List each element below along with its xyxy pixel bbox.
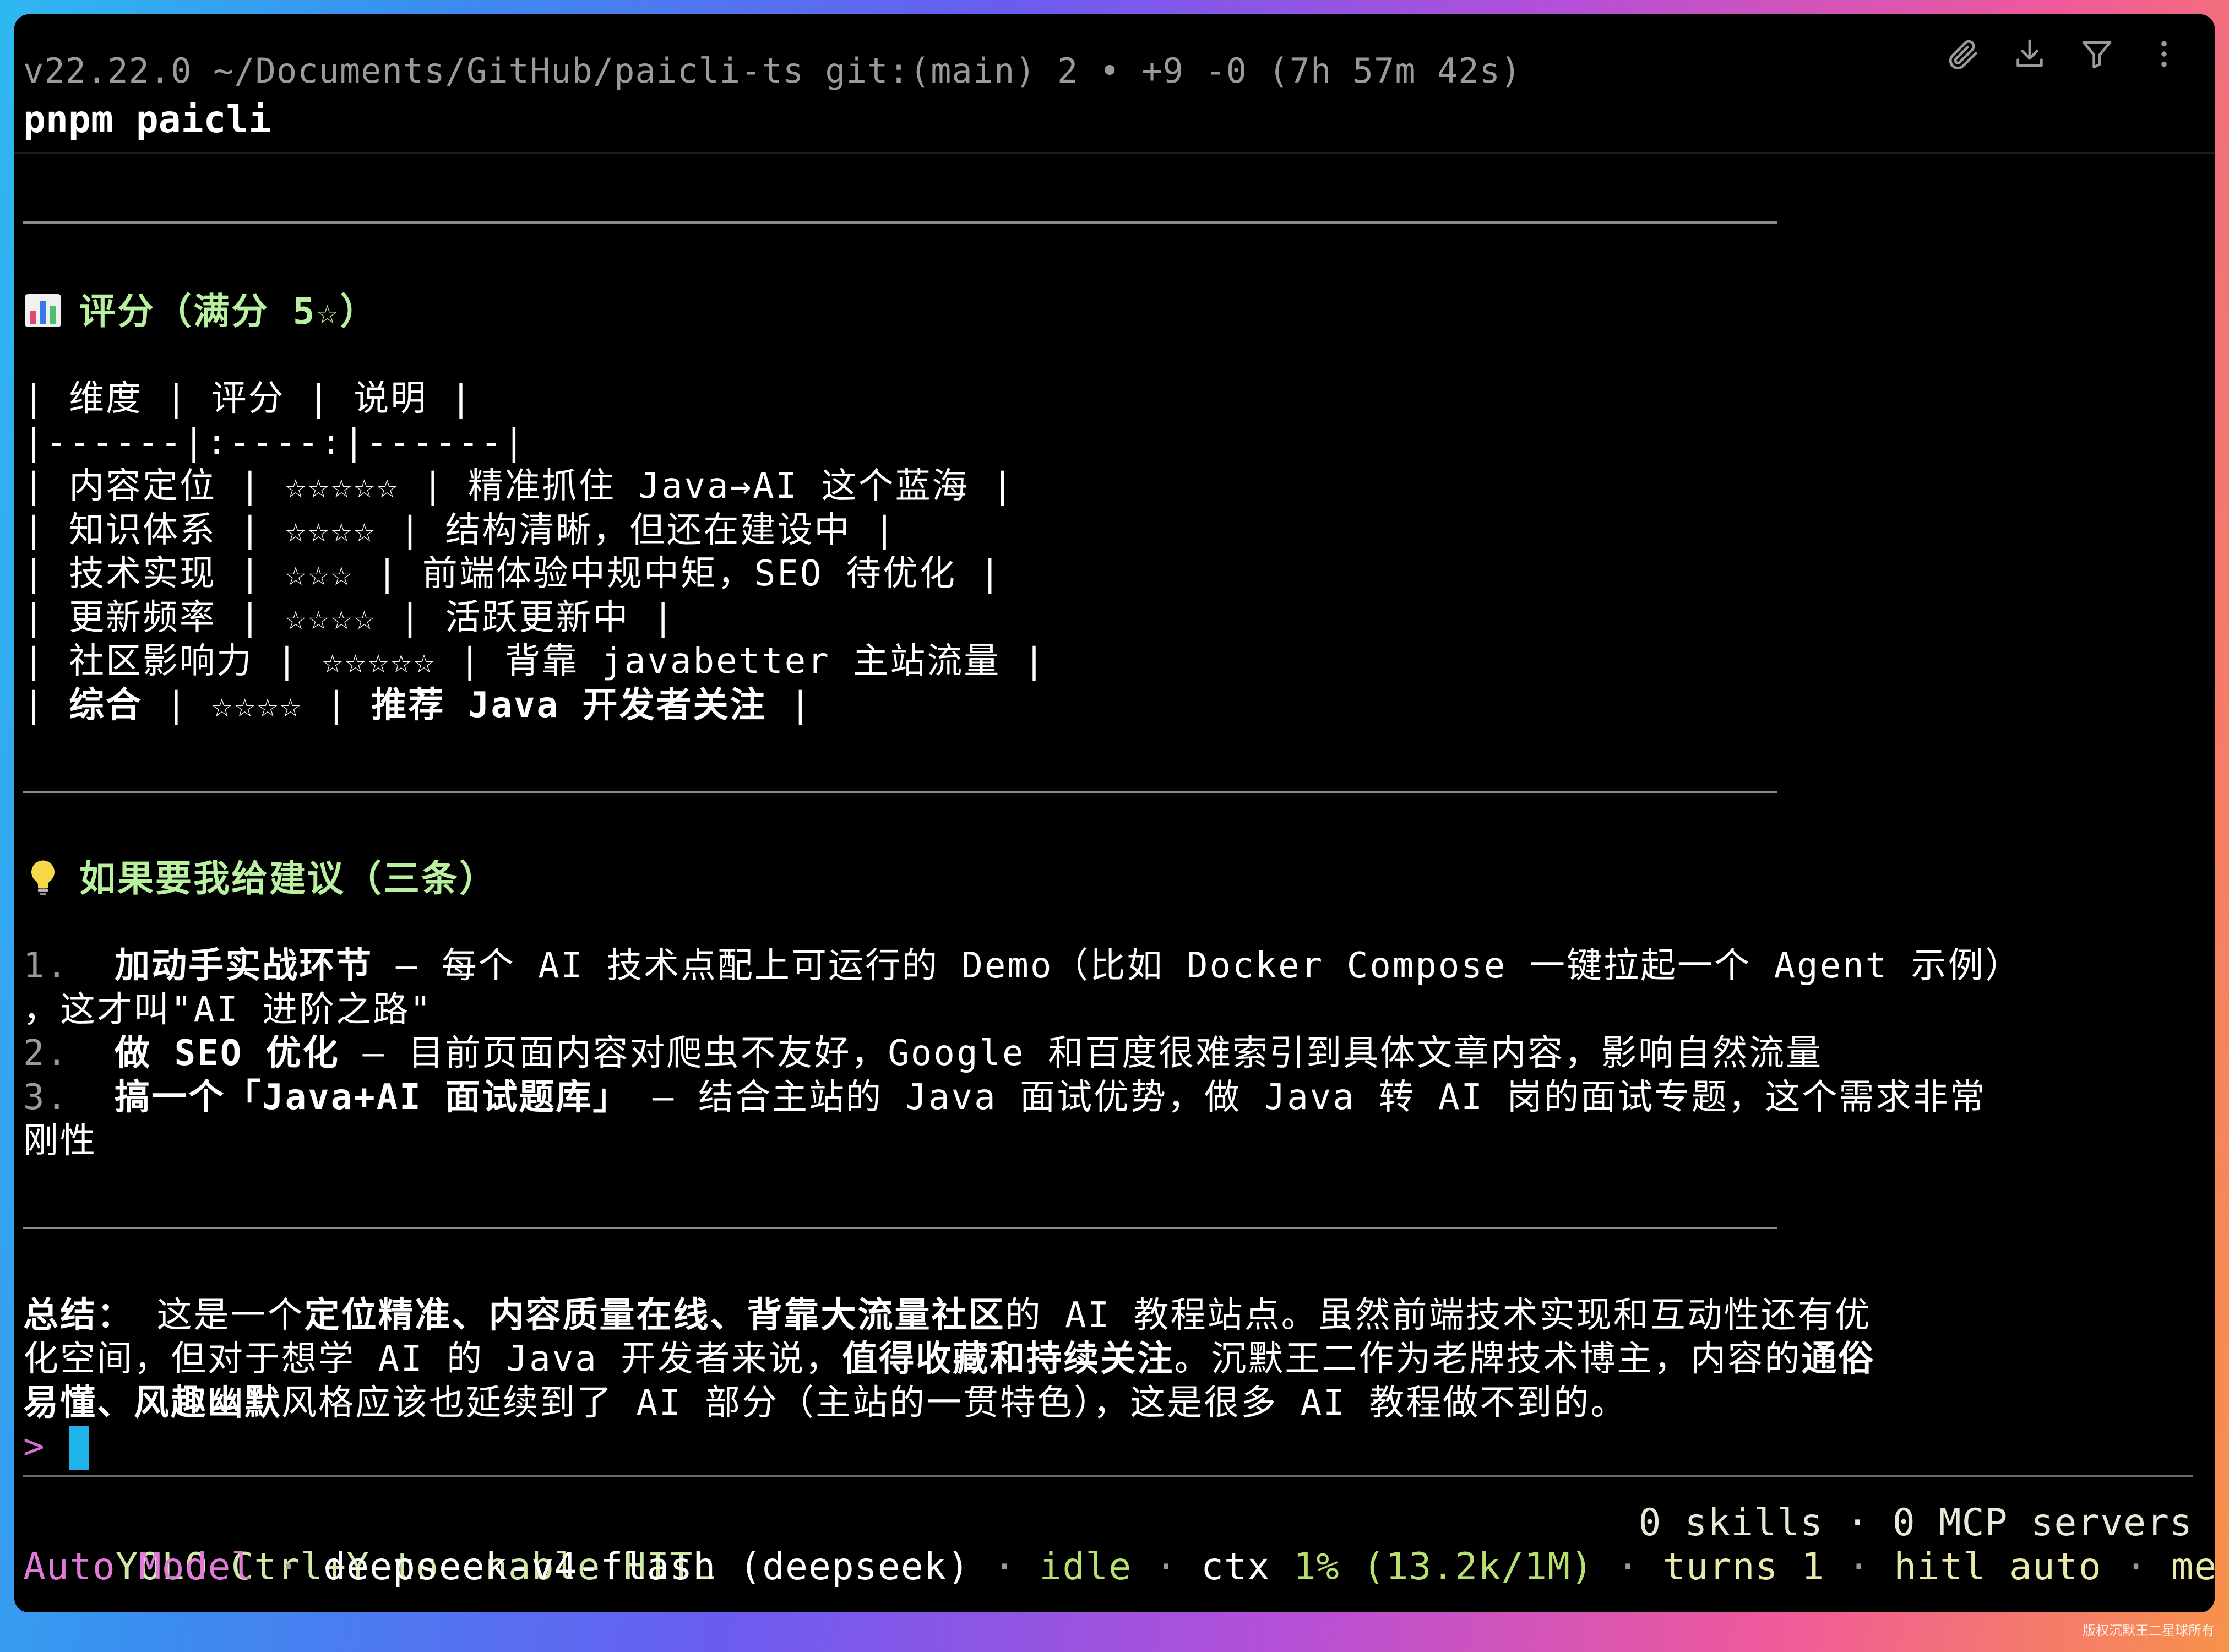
list-number: 3. — [23, 1077, 69, 1118]
table-line: |------|:----:|------| — [23, 422, 526, 463]
chat-input[interactable]: > — [23, 1425, 89, 1471]
input-prompt: > — [23, 1426, 46, 1467]
ctx-label: ctx — [1200, 1545, 1293, 1589]
divider — [23, 791, 1777, 793]
lightbulb-icon — [23, 858, 63, 898]
summary-label: 总结： — [23, 1295, 134, 1336]
list-item-text: — 结合主站的 Java 面试优势，做 Java 转 AI 岗的面试专题，这个需… — [629, 1077, 1987, 1118]
shell-prompt: v22.22.0 ~/Documents/GitHub/paicli-ts gi… — [23, 51, 1522, 91]
divider — [23, 221, 1777, 224]
table-line: | 社区影响力 | ☆☆☆☆☆ | 背靠 javabetter 主站流量 | — [23, 641, 1047, 682]
status-bar-model: Auto Model · deepseek-v4-flash (deepseek… — [23, 1545, 2215, 1589]
separator: · — [254, 1545, 324, 1589]
auto-model-label: Auto Model — [23, 1545, 254, 1589]
separator: · — [1132, 1545, 1201, 1589]
list-number: 2. — [23, 1033, 69, 1074]
summary-row-part: | — [766, 685, 813, 726]
summary-text: 这是一个 — [134, 1295, 305, 1336]
toolbar — [1945, 36, 2182, 72]
mem-status: mem — [2171, 1545, 2215, 1589]
watermark: 版权沉默王二星球所有 — [2083, 1623, 2215, 1638]
skills-mcp-count: 0 skills · 0 MCP servers — [1638, 1501, 2193, 1545]
list-item-continuation: 刚性 — [23, 1121, 97, 1161]
bar-chart-icon — [23, 291, 63, 330]
summary-emphasis: 易懂、风趣幽默 — [23, 1383, 281, 1423]
shell-command: pnpm paicli — [23, 98, 271, 142]
table-line: | 维度 | 评分 | 说明 | — [23, 378, 474, 419]
list-item: 3. 搞一个「Java+AI 面试题库」 — 结合主站的 Java 面试优势，做… — [23, 1075, 1986, 1120]
table-line: | 知识体系 | ☆☆☆☆ | 结构清晰，但还在建设中 | — [23, 510, 897, 551]
list-item: 2. 做 SEO 优化 — 目前页面内容对爬虫不友好，Google 和百度很难索… — [23, 1031, 1823, 1075]
table-line: | 更新频率 | ☆☆☆☆ | 活跃更新中 | — [23, 597, 676, 638]
list-item-title: 搞一个「Java+AI 面试题库」 — [115, 1077, 630, 1118]
terminal-header: v22.22.0 ~/Documents/GitHub/paicli-ts gi… — [14, 14, 2215, 154]
separator: · — [970, 1545, 1040, 1589]
divider — [23, 1227, 1777, 1229]
summary-emphasis: 值得收藏和持续关注 — [842, 1339, 1175, 1379]
more-vertical-icon[interactable] — [2146, 36, 2182, 72]
rating-heading-text: 评分（满分 5☆） — [79, 290, 378, 333]
summary-emphasis: 定位精准、内容质量在线、背靠大流量社区 — [304, 1295, 1005, 1336]
status-divider — [23, 1475, 2193, 1477]
ctx-usage: 1% (13.2k/1M) — [1293, 1545, 1594, 1589]
rating-heading: 评分（满分 5☆） — [23, 290, 378, 334]
table-line: | 技术实现 | ☆☆☆ | 前端体验中规中矩，SEO 待优化 | — [23, 553, 1003, 594]
suggestions-heading-text: 如果要我给建议（三条） — [79, 857, 497, 900]
summary-text: 风格应该也延续到了 AI 部分（主站的一贯特色），这是很多 AI 教程做不到的。 — [281, 1383, 1628, 1423]
suggestions-heading: 如果要我给建议（三条） — [23, 857, 497, 901]
list-item-title: 做 SEO 优化 — [115, 1033, 340, 1074]
summary-text: 化空间，但对于想学 AI 的 Java 开发者来说， — [23, 1339, 842, 1379]
list-item-continuation: ，这才叫"AI 进阶之路" — [23, 990, 433, 1030]
table-line: | 内容定位 | ☆☆☆☆☆ | 精准抓住 Java→AI 这个蓝海 | — [23, 466, 1015, 507]
list-item-title: 加动手实战环节 — [115, 945, 373, 986]
table-summary-row: | 综合 | ☆☆☆☆ | 推荐 Java 开发者关注 | — [23, 683, 813, 727]
summary-row-part: | ☆☆☆☆ | — [143, 685, 372, 726]
filter-icon[interactable] — [2079, 36, 2114, 72]
separator: · — [2101, 1545, 2171, 1589]
list-item-text: — 每个 AI 技术点配上可运行的 Demo（比如 Docker Compose… — [373, 945, 2022, 986]
terminal-window: v22.22.0 ~/Documents/GitHub/paicli-ts gi… — [14, 14, 2215, 1612]
summary-line: 总结： 这是一个定位精准、内容质量在线、背靠大流量社区的 AI 教程站点。虽然前… — [23, 1294, 1872, 1338]
summary-row-part: | — [23, 685, 69, 726]
paperclip-icon[interactable] — [1945, 36, 1980, 72]
summary-row-note: 推荐 Java 开发者关注 — [371, 685, 767, 726]
list-item-text: — 目前页面内容对爬虫不友好，Google 和百度很难索引到具体文章内容，影响自… — [339, 1033, 1823, 1074]
list-item: 1. 加动手实战环节 — 每个 AI 技术点配上可运行的 Demo（比如 Doc… — [23, 944, 2022, 988]
download-icon[interactable] — [2012, 36, 2047, 72]
summary-line: 易懂、风趣幽默风格应该也延续到了 AI 部分（主站的一贯特色），这是很多 AI … — [23, 1381, 1627, 1425]
turn-count: turns 1 — [1662, 1545, 1825, 1589]
summary-text: 。沉默王二作为老牌技术博主，内容的 — [1174, 1339, 1802, 1379]
separator: · — [1593, 1545, 1663, 1589]
summary-text: 的 AI 教程站点。虽然前端技术实现和互动性还有优 — [1005, 1295, 1872, 1336]
model-name: deepseek-v4-flash (deepseek) — [323, 1545, 970, 1589]
agent-state: idle — [1039, 1545, 1132, 1589]
hitl-status: hitl auto — [1894, 1545, 2102, 1589]
summary-line: 化空间，但对于想学 AI 的 Java 开发者来说，值得收藏和持续关注。沉默王二… — [23, 1337, 1875, 1381]
text-cursor — [69, 1426, 89, 1471]
separator: · — [1824, 1545, 1894, 1589]
summary-row-label: 综合 — [69, 685, 143, 726]
list-number: 1. — [23, 945, 69, 986]
summary-emphasis: 通俗 — [1801, 1339, 1875, 1379]
